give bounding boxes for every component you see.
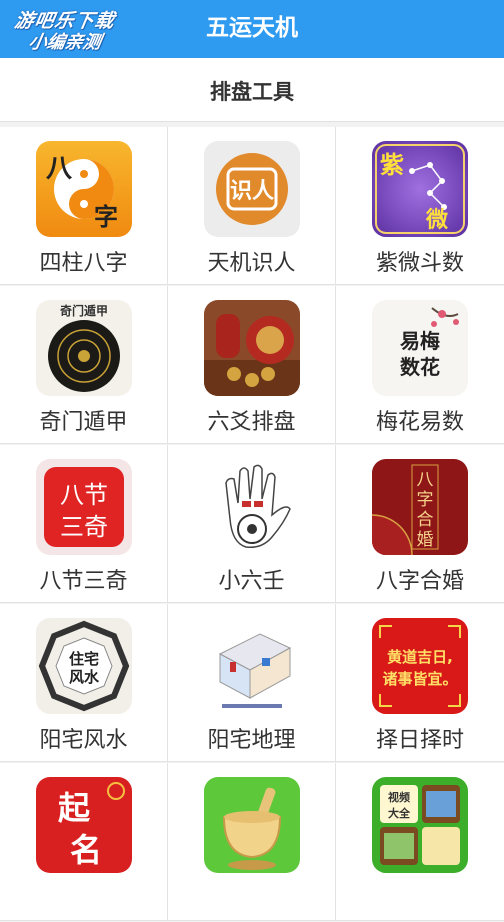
tool-name: 四柱八字: [39, 251, 128, 276]
video-glyph-2: 大全: [388, 806, 411, 820]
liuyao-coins-icon: [204, 300, 300, 396]
lucky-day-icon: 黄道吉日, 诸事皆宜。: [372, 618, 468, 714]
bajie-glyph-1: 八节: [60, 481, 108, 509]
hehun-glyph-1: 八: [417, 470, 434, 490]
tool-name: 八节三奇: [39, 569, 128, 594]
tool-tile-ziwei-doushu[interactable]: 紫 微 紫微斗数: [336, 127, 504, 285]
tool-name: 择日择时: [375, 728, 464, 753]
house-layout-icon: [204, 618, 300, 714]
tool-tile-yangzhai-dili[interactable]: 阳宅地理: [168, 604, 336, 762]
tool-name: 紫微斗数: [375, 251, 464, 276]
ziwei-stars-icon: 紫 微: [372, 141, 468, 237]
tool-name: 八字合婚: [375, 569, 464, 594]
watermark-line-1: 游吧乐下载: [12, 10, 117, 32]
tool-name: 天机识人: [207, 251, 296, 276]
plum-blossom-icon: 易梅 数花: [372, 300, 468, 396]
tool-tile-bajie-sanqi[interactable]: 八节 三奇 八节三奇: [0, 445, 168, 603]
section-title: 排盘工具: [210, 80, 294, 104]
tool-grid: 八 字 四柱八字 识人 天机识人 紫 微 紫微斗数 奇门遁甲 奇门遁甲 六爻排盘…: [0, 127, 504, 922]
shiren-glyph: 识人: [230, 179, 274, 204]
shiren-seal-icon: 识人: [204, 141, 300, 237]
meihua-glyph-2: 数花: [400, 355, 440, 379]
top-app-bar: 五运天机 游吧乐下载 小编亲测: [0, 0, 504, 58]
video-glyph-1: 视频: [388, 790, 410, 804]
tool-tile-bazi-hehun[interactable]: 八 字 合 婚 八字合婚: [336, 445, 504, 603]
watermark-line-2: 小编亲测: [27, 32, 103, 53]
tool-row: 八 字 四柱八字 识人 天机识人 紫 微 紫微斗数: [0, 127, 504, 286]
qimen-compass-icon: 奇门遁甲: [36, 300, 132, 396]
bagua-icon: 住宅 风水: [36, 618, 132, 714]
tool-tile-qiming[interactable]: 起 名: [0, 763, 168, 921]
tool-name: 小六壬: [218, 569, 285, 594]
bazi-glyph-2: 字: [94, 203, 118, 231]
tool-row: 住宅 风水 阳宅风水 阳宅地理 黄道吉日, 诸事皆宜。 择日择时: [0, 604, 504, 763]
palm-hand-icon: [204, 459, 300, 555]
fengshui-glyph-1: 住宅: [69, 650, 99, 668]
ziwei-glyph-1: 紫: [380, 150, 404, 179]
tool-name: 六爻排盘: [207, 410, 296, 435]
hehun-glyph-2: 字: [417, 490, 434, 510]
hehun-glyph-4: 婚: [417, 530, 434, 550]
tool-tile-qimen-dunjia[interactable]: 奇门遁甲 奇门遁甲: [0, 286, 168, 444]
bajie-glyph-2: 三奇: [60, 513, 108, 541]
tool-name: 阳宅地理: [207, 728, 296, 753]
qimen-glyph: 奇门遁甲: [60, 303, 108, 318]
tool-tile-zeri-zeshi[interactable]: 黄道吉日, 诸事皆宜。 择日择时: [336, 604, 504, 762]
tool-tile-sizhu-bazi[interactable]: 八 字 四柱八字: [0, 127, 168, 285]
tool-name: 奇门遁甲: [39, 410, 128, 435]
tool-tile-mortar[interactable]: [168, 763, 336, 921]
tool-row: 起 名 视频 大全: [0, 763, 504, 922]
bajie-seal-icon: 八节 三奇: [36, 459, 132, 555]
tool-tile-meihua-yishu[interactable]: 易梅 数花 梅花易数: [336, 286, 504, 444]
tool-tile-xiao-liuren[interactable]: 小六壬: [168, 445, 336, 603]
tool-row: 八节 三奇 八节三奇 小六壬 八 字 合 婚 八字合婚: [0, 445, 504, 604]
video-collection-icon: 视频 大全: [372, 777, 468, 873]
marriage-icon: 八 字 合 婚: [372, 459, 468, 555]
tool-tile-video[interactable]: 视频 大全: [336, 763, 504, 921]
qiming-icon: 起 名: [36, 777, 132, 873]
zeri-glyph-1: 黄道吉日,: [387, 648, 453, 666]
bazi-yinyang-icon: 八 字: [36, 141, 132, 237]
qiming-glyph-1: 起: [58, 789, 91, 827]
hehun-glyph-3: 合: [417, 510, 434, 530]
qiming-glyph-2: 名: [70, 831, 102, 869]
ziwei-glyph-2: 微: [425, 207, 448, 233]
tool-tile-liuyao-paipan[interactable]: 六爻排盘: [168, 286, 336, 444]
meihua-glyph-1: 易梅: [400, 329, 440, 353]
zeri-glyph-2: 诸事皆宜。: [382, 670, 457, 688]
section-header: 排盘工具: [0, 58, 504, 122]
tool-tile-tianji-shiren[interactable]: 识人 天机识人: [168, 127, 336, 285]
bazi-glyph-1: 八: [46, 154, 73, 184]
mortar-icon: [204, 777, 300, 873]
watermark-logo: 游吧乐下载 小编亲测: [7, 10, 151, 62]
tool-name: 梅花易数: [375, 410, 464, 435]
fengshui-glyph-2: 风水: [69, 668, 100, 686]
tool-row: 奇门遁甲 奇门遁甲 六爻排盘 易梅 数花 梅花易数: [0, 286, 504, 445]
tool-tile-yangzhai-fengshui[interactable]: 住宅 风水 阳宅风水: [0, 604, 168, 762]
tool-name: 阳宅风水: [39, 728, 128, 753]
